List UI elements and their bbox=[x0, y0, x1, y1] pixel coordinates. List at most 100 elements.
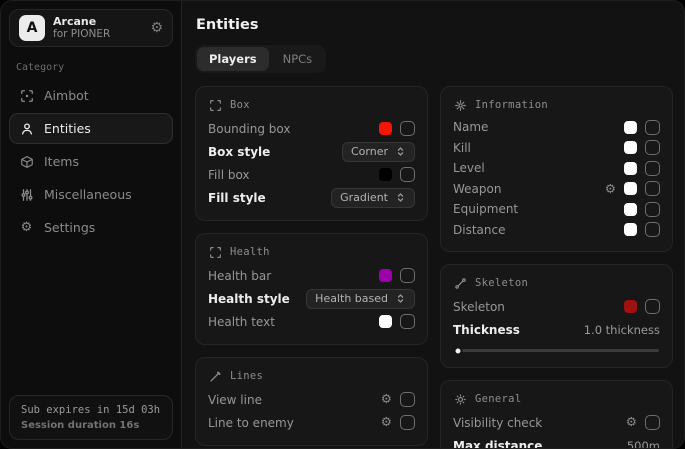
color-swatch[interactable] bbox=[379, 315, 392, 328]
setting-label: Kill bbox=[453, 141, 471, 155]
checkbox[interactable] bbox=[645, 415, 660, 430]
setting-label: Skeleton bbox=[453, 300, 505, 314]
color-swatch[interactable] bbox=[624, 203, 637, 216]
sidebar-item-label: Miscellaneous bbox=[44, 187, 132, 202]
setting-row-name: Name bbox=[453, 117, 660, 138]
sidebar-item-entities[interactable]: Entities bbox=[9, 113, 173, 144]
brand-text: Arcane for PIONER bbox=[53, 15, 110, 42]
gear-icon[interactable]: ⚙ bbox=[150, 21, 163, 35]
checkbox[interactable] bbox=[400, 392, 415, 407]
sidebar: A Arcane for PIONER ⚙ Category Aimbot En… bbox=[1, 1, 182, 448]
gear-icon[interactable]: ⚙ bbox=[381, 416, 392, 429]
checkbox[interactable] bbox=[645, 120, 660, 135]
setting-label: Health text bbox=[208, 315, 275, 329]
sidebar-item-label: Entities bbox=[44, 121, 91, 136]
panel-title: Lines bbox=[230, 370, 263, 382]
color-swatch[interactable] bbox=[379, 122, 392, 135]
checkbox[interactable] bbox=[400, 167, 415, 182]
thickness-value: 1.0 thickness bbox=[584, 323, 660, 337]
panel-box: Box Bounding box Box style Corner bbox=[195, 86, 428, 221]
checkbox[interactable] bbox=[645, 161, 660, 176]
fill-style-select[interactable]: Gradient bbox=[331, 188, 415, 208]
checkbox[interactable] bbox=[400, 415, 415, 430]
setting-row-health-text: Health text bbox=[208, 310, 415, 333]
health-style-select[interactable]: Health based bbox=[306, 289, 415, 309]
checkbox[interactable] bbox=[645, 222, 660, 237]
sidebar-item-label: Settings bbox=[44, 220, 95, 235]
entities-icon bbox=[19, 121, 34, 136]
sidebar-nav: Aimbot Entities Items Miscellaneous bbox=[9, 80, 173, 243]
panel-title: General bbox=[475, 393, 521, 405]
setting-label: Name bbox=[453, 120, 488, 134]
checkbox[interactable] bbox=[645, 299, 660, 314]
color-swatch[interactable] bbox=[624, 141, 637, 154]
sidebar-item-settings[interactable]: ⚙ Settings bbox=[9, 212, 173, 243]
checkbox[interactable] bbox=[400, 121, 415, 136]
setting-label: Distance bbox=[453, 223, 505, 237]
gear-icon[interactable]: ⚙ bbox=[381, 393, 392, 406]
setting-label: Box style bbox=[208, 145, 270, 159]
setting-label: Fill box bbox=[208, 168, 250, 182]
tab-npcs[interactable]: NPCs bbox=[271, 47, 325, 71]
information-icon bbox=[453, 98, 467, 112]
tab-bar: Players NPCs bbox=[195, 45, 326, 73]
setting-label: Level bbox=[453, 161, 485, 175]
panel-skeleton: Skeleton Skeleton Thickness 1.0 thicknes… bbox=[440, 264, 673, 368]
sidebar-item-aimbot[interactable]: Aimbot bbox=[9, 80, 173, 111]
setting-label: View line bbox=[208, 393, 262, 407]
general-icon bbox=[453, 392, 467, 406]
sidebar-item-label: Aimbot bbox=[44, 88, 89, 103]
panel-header: Lines bbox=[208, 369, 415, 383]
setting-label: Health style bbox=[208, 292, 290, 306]
app-window: A Arcane for PIONER ⚙ Category Aimbot En… bbox=[0, 0, 685, 449]
color-swatch[interactable] bbox=[624, 162, 637, 175]
setting-row-kill: Kill bbox=[453, 138, 660, 159]
setting-row-distance: Distance bbox=[453, 220, 660, 241]
setting-row-thickness: Thickness 1.0 thickness bbox=[453, 318, 660, 341]
setting-row-weapon: Weapon ⚙ bbox=[453, 179, 660, 200]
tab-players[interactable]: Players bbox=[197, 47, 269, 71]
color-swatch[interactable] bbox=[624, 223, 637, 236]
box-style-select[interactable]: Corner bbox=[342, 142, 415, 162]
crosshair-icon bbox=[19, 88, 34, 103]
sidebar-item-items[interactable]: Items bbox=[9, 146, 173, 177]
panel-header: Information bbox=[453, 98, 660, 112]
category-label: Category bbox=[16, 62, 166, 73]
panel-header: General bbox=[453, 392, 660, 406]
unfold-icon bbox=[395, 192, 406, 203]
color-swatch[interactable] bbox=[624, 300, 637, 313]
sliders-icon bbox=[19, 187, 34, 202]
panel-title: Box bbox=[230, 99, 250, 111]
color-swatch[interactable] bbox=[379, 168, 392, 181]
setting-label: Line to enemy bbox=[208, 416, 294, 430]
setting-row-health-bar: Health bar bbox=[208, 264, 415, 287]
gear-icon[interactable]: ⚙ bbox=[605, 183, 616, 196]
setting-label: Health bar bbox=[208, 269, 271, 283]
setting-label: Equipment bbox=[453, 202, 518, 216]
gear-icon: ⚙ bbox=[19, 220, 34, 235]
bone-icon bbox=[453, 276, 467, 290]
setting-label: Fill style bbox=[208, 191, 266, 205]
color-swatch[interactable] bbox=[624, 121, 637, 134]
package-icon bbox=[19, 154, 34, 169]
thickness-slider[interactable] bbox=[454, 349, 659, 352]
checkbox[interactable] bbox=[400, 314, 415, 329]
color-swatch[interactable] bbox=[379, 269, 392, 282]
checkbox[interactable] bbox=[645, 140, 660, 155]
brackets-icon bbox=[208, 98, 222, 112]
sidebar-item-miscellaneous[interactable]: Miscellaneous bbox=[9, 179, 173, 210]
panel-title: Skeleton bbox=[475, 277, 528, 289]
slider-thumb[interactable] bbox=[454, 346, 463, 355]
setting-label: Weapon bbox=[453, 182, 501, 196]
unfold-icon bbox=[395, 146, 406, 157]
checkbox[interactable] bbox=[645, 202, 660, 217]
panel-lines: Lines View line ⚙ Line to enemy ⚙ bbox=[195, 357, 428, 446]
panel-title: Information bbox=[475, 99, 548, 111]
select-value: Corner bbox=[351, 145, 388, 158]
checkbox[interactable] bbox=[645, 181, 660, 196]
color-swatch[interactable] bbox=[624, 182, 637, 195]
gear-icon[interactable]: ⚙ bbox=[626, 416, 637, 429]
app-name: Arcane bbox=[53, 15, 110, 29]
app-subtitle: for PIONER bbox=[53, 28, 110, 41]
checkbox[interactable] bbox=[400, 268, 415, 283]
